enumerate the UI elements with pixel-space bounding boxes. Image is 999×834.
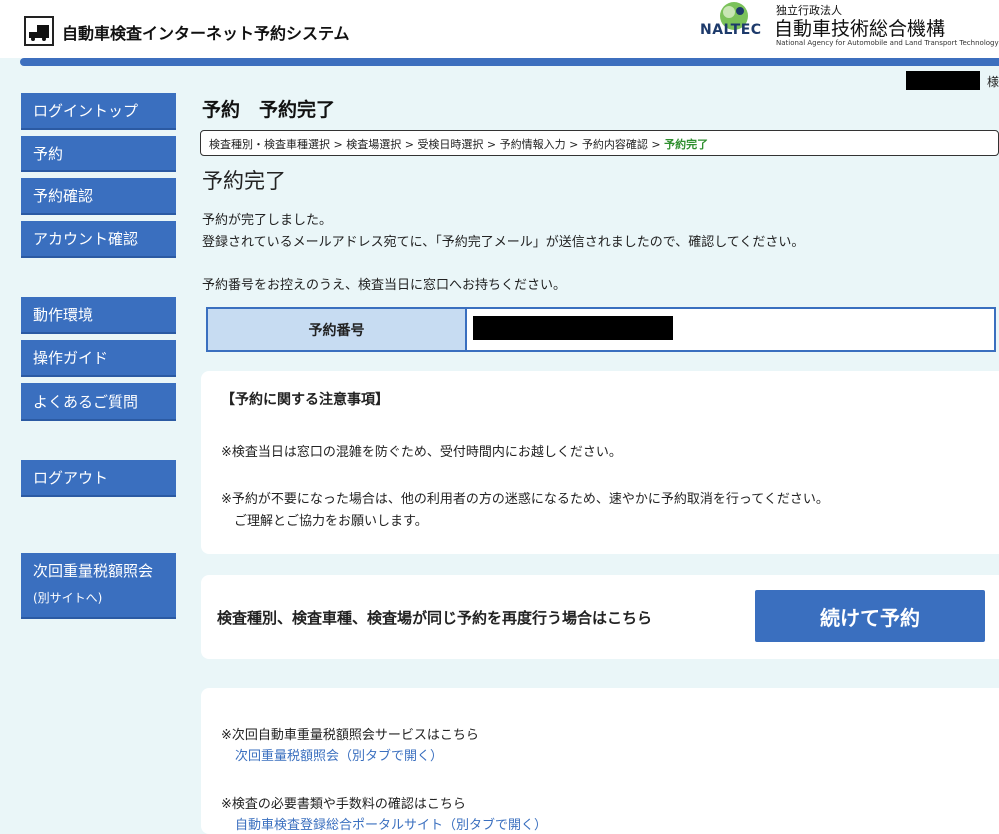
section-title: 予約完了	[202, 169, 286, 193]
truck-logo-icon	[24, 16, 54, 46]
breadcrumb-separator: >	[565, 138, 582, 151]
notice-line: ※予約が不要になった場合は、他の利用者の方の迷惑になるため、速やかに予約取消を行…	[221, 492, 829, 507]
email-sent-message: 登録されているメールアドレス宛てに、「予約完了メール」が送信されましたので、確認…	[202, 235, 805, 250]
sidebar-item-reserve-confirm[interactable]: 予約確認	[21, 178, 176, 215]
sidebar-item-label: 次回重量税額照会	[33, 562, 154, 580]
header: 自動車検査インターネット予約システム NALTEC 独立行政法人 自動車技術総合…	[0, 0, 999, 58]
breadcrumb: 検査種別・検査車種選択 > 検査場選択 > 受検日時選択 > 予約情報入力 > …	[200, 130, 999, 156]
notice-card: 【予約に関する注意事項】 ※検査当日は窓口の混雑を防ぐため、受付時間内にお越しく…	[201, 371, 999, 554]
sidebar-item-label: 予約	[33, 144, 64, 163]
sidebar-item-logout[interactable]: ログアウト	[21, 460, 176, 497]
breadcrumb-step: 検査種別・検査車種選択	[209, 138, 330, 151]
sidebar-item-label: よくあるご質問	[33, 392, 139, 411]
naltec-logo: NALTEC 独立行政法人 自動車技術総合機構 National Agency …	[700, 2, 999, 52]
keep-number-message: 予約番号をお控えのうえ、検査当日に窓口へお持ちください。	[202, 278, 567, 293]
header-divider	[20, 58, 999, 66]
breadcrumb-step: 予約情報入力	[499, 138, 566, 151]
reservation-number-table: 予約番号	[206, 307, 996, 352]
sidebar-item-label: アカウント確認	[33, 230, 139, 248]
sidebar-item-label: 動作環境	[33, 306, 94, 324]
breadcrumb-step: 予約内容確認	[581, 138, 648, 151]
breadcrumb-separator: >	[401, 138, 418, 151]
links-card: ※次回自動車重量税額照会サービスはこちら 次回重量税額照会（別タブで開く） ※検…	[201, 688, 999, 834]
breadcrumb-step: 検査場選択	[346, 138, 402, 151]
portal-link[interactable]: 自動車検査登録総合ポータルサイト（別タブで開く）	[235, 814, 547, 833]
tax-service-text: ※次回自動車重量税額照会サービスはこちら	[221, 728, 479, 743]
continue-reserve-button[interactable]: 続けて予約	[755, 590, 985, 642]
complete-message: 予約が完了しました。	[202, 213, 333, 228]
sidebar-item-account-confirm[interactable]: アカウント確認	[21, 221, 176, 258]
page-title: 予約 予約完了	[202, 99, 336, 121]
sidebar-item-sublabel: (別サイトへ)	[33, 591, 103, 605]
sidebar-item-label: 操作ガイド	[33, 349, 109, 367]
reservation-number-label: 予約番号	[208, 309, 467, 350]
sidebar-item-label: ログイントップ	[33, 102, 139, 120]
breadcrumb-separator: >	[647, 138, 665, 151]
breadcrumb-current: 予約完了	[664, 138, 709, 151]
sidebar-item-login-top[interactable]: ログイントップ	[21, 93, 176, 130]
sidebar-item-label: ログアウト	[33, 469, 109, 487]
breadcrumb-separator: >	[330, 138, 347, 151]
breadcrumb-step: 受検日時選択	[417, 138, 484, 151]
breadcrumb-separator: >	[483, 138, 500, 151]
user-suffix: 様	[987, 75, 999, 89]
notice-line: ご理解とご協力をお願いします。	[221, 514, 428, 529]
site-title: 自動車検査インターネット予約システム	[62, 24, 350, 43]
sidebar-item-label: 予約確認	[33, 187, 94, 205]
org-english-name: National Agency for Automobile and Land …	[776, 39, 999, 47]
user-name-redacted	[906, 71, 980, 90]
portal-text: ※検査の必要書類や手数料の確認はこちら	[221, 797, 466, 812]
continue-description: 検査種別、検査車種、検査場が同じ予約を再度行う場合はこちら	[217, 609, 653, 627]
notice-title: 【予約に関する注意事項】	[221, 392, 389, 408]
sidebar-item-faq[interactable]: よくあるご質問	[21, 383, 176, 421]
sidebar-item-environment[interactable]: 動作環境	[21, 297, 176, 334]
tax-service-link[interactable]: 次回重量税額照会（別タブで開く）	[235, 745, 443, 764]
org-name: 自動車技術総合機構	[774, 18, 946, 40]
reservation-number-redacted	[473, 316, 673, 340]
notice-line: ※検査当日は窓口の混雑を防ぐため、受付時間内にお越しください。	[221, 445, 622, 460]
sidebar-item-guide[interactable]: 操作ガイド	[21, 340, 176, 377]
sidebar-item-reserve[interactable]: 予約	[21, 136, 176, 172]
naltec-text: NALTEC	[700, 22, 762, 38]
sidebar-item-weight-tax[interactable]: 次回重量税額照会 (別サイトへ)	[21, 553, 176, 619]
reservation-number-value	[467, 309, 994, 350]
continue-card: 検査種別、検査車種、検査場が同じ予約を再度行う場合はこちら 続けて予約	[201, 575, 999, 659]
